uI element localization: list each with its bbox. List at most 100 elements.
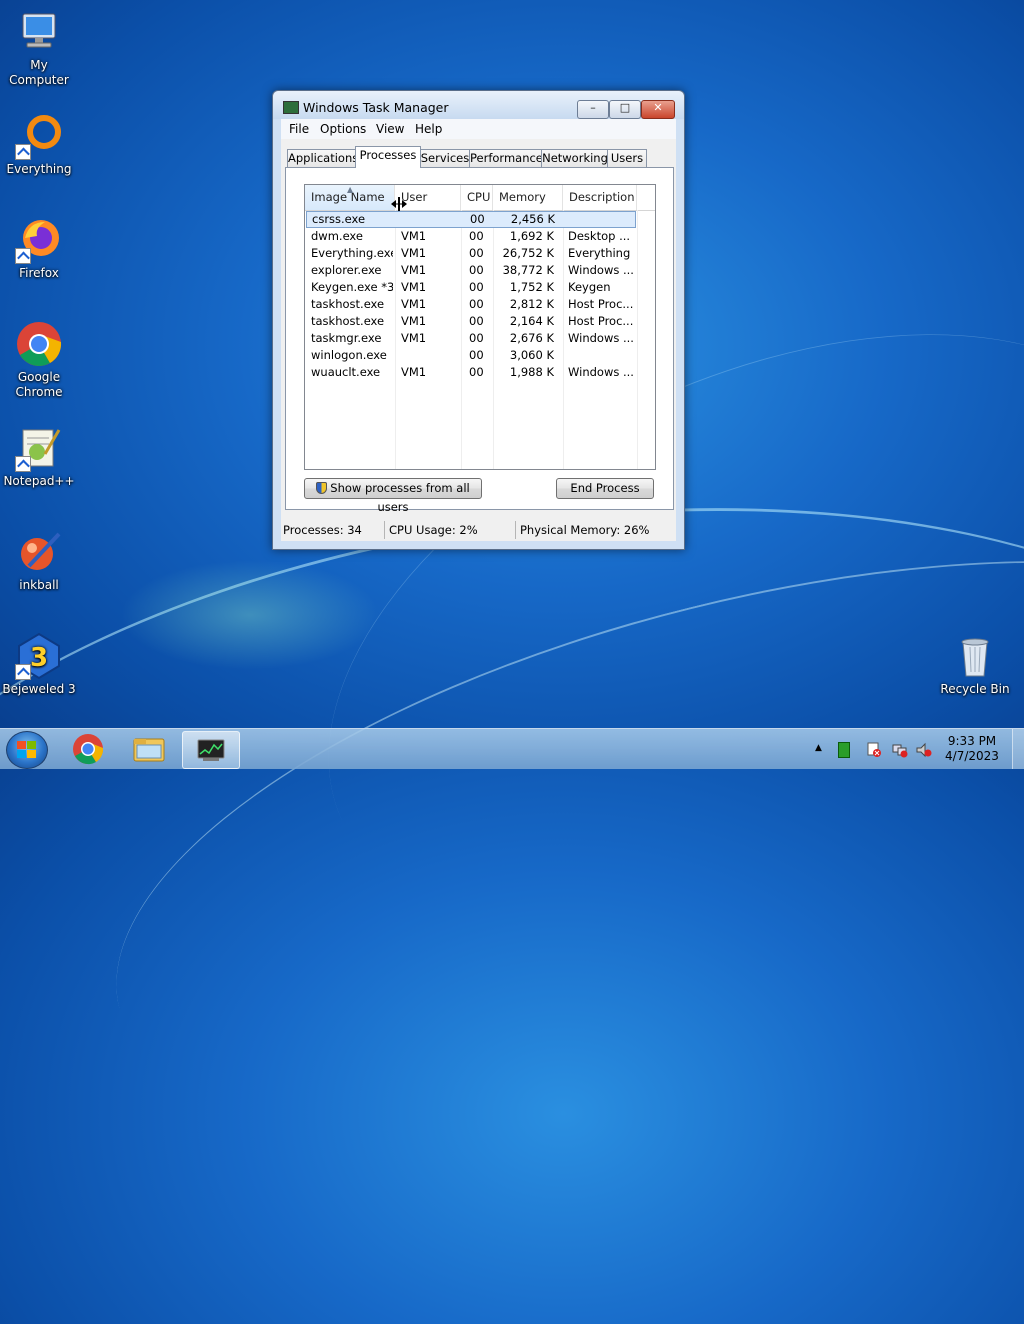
process-memory: 1,752 K xyxy=(509,280,554,294)
process-row[interactable]: winlogon.exe 00 3,060 K xyxy=(306,347,636,364)
process-name: csrss.exe xyxy=(312,212,366,226)
tab-networking[interactable]: Networking xyxy=(541,149,609,167)
process-cpu: 00 xyxy=(469,331,484,345)
desktop-icon-label: inkball xyxy=(19,578,59,592)
inkball-icon xyxy=(15,528,63,576)
desktop-icon-bejeweled[interactable]: 3 Bejeweled 3 xyxy=(0,632,79,697)
process-cpu: 00 xyxy=(469,314,484,328)
tab-users[interactable]: Users xyxy=(607,149,647,167)
desktop-icon-recycle-bin[interactable]: Recycle Bin xyxy=(935,632,1015,697)
svg-text:3: 3 xyxy=(30,643,48,673)
process-cpu: 00 xyxy=(469,280,484,294)
process-name: explorer.exe xyxy=(311,263,382,277)
close-button[interactable]: ✕ xyxy=(641,100,675,119)
menu-help[interactable]: Help xyxy=(415,122,442,136)
menu-options[interactable]: Options xyxy=(320,122,366,136)
process-row[interactable]: taskhost.exe VM1 00 2,812 K Host Proc... xyxy=(306,296,636,313)
tab-applications[interactable]: Applications xyxy=(287,149,358,167)
desktop-icon-everything[interactable]: Everything xyxy=(0,112,79,177)
process-row[interactable]: explorer.exe VM1 00 38,772 K Windows ... xyxy=(306,262,636,279)
column-label: Description xyxy=(569,190,635,204)
sort-arrow-icon: ▲ xyxy=(347,185,354,194)
menu-file[interactable]: File xyxy=(289,122,309,136)
taskbar: ▲ 9:33 PM 4/7/2023 xyxy=(0,728,1024,769)
process-user: VM1 xyxy=(401,297,427,311)
desktop-icon-firefox[interactable]: Firefox xyxy=(0,216,79,281)
system-clock[interactable]: 9:33 PM 4/7/2023 xyxy=(940,734,1004,764)
desktop-icon-my-computer[interactable]: My Computer xyxy=(0,8,79,88)
shortcut-arrow-icon xyxy=(15,456,31,472)
desktop-icon-inkball[interactable]: inkball xyxy=(0,528,79,593)
notepadpp-icon xyxy=(15,424,63,472)
chrome-icon xyxy=(15,320,63,368)
desktop-icon-google-chrome[interactable]: Google Chrome xyxy=(0,320,79,400)
computer-icon xyxy=(15,8,63,56)
everything-icon xyxy=(15,112,63,160)
process-memory: 1,692 K xyxy=(509,229,554,243)
process-row[interactable]: csrss.exe 00 2,456 K xyxy=(306,211,636,228)
taskbar-chrome[interactable] xyxy=(60,731,116,767)
process-list[interactable]: ▲ Image Name User Name CPU Memory (... D… xyxy=(304,184,656,470)
process-row[interactable]: dwm.exe VM1 00 1,692 K Desktop ... xyxy=(306,228,636,245)
desktop-icon-label: Bejeweled 3 xyxy=(2,682,76,696)
maximize-button[interactable]: □ xyxy=(609,100,641,119)
process-cpu: 00 xyxy=(469,246,484,260)
process-row[interactable]: taskmgr.exe VM1 00 2,676 K Windows ... xyxy=(306,330,636,347)
maximize-icon: □ xyxy=(619,101,631,114)
tab-services[interactable]: Services xyxy=(419,149,471,167)
process-row[interactable]: Everything.exe VM1 00 26,752 K Everything xyxy=(306,245,636,262)
process-description: Windows ... xyxy=(568,365,634,379)
status-processes: Processes: 34 xyxy=(283,523,362,537)
menu-view[interactable]: View xyxy=(376,122,404,136)
process-name: taskhost.exe xyxy=(311,314,385,328)
desktop-icon-label: Firefox xyxy=(19,266,59,280)
show-desktop-button[interactable] xyxy=(1012,729,1024,769)
battery-icon[interactable] xyxy=(838,742,850,758)
taskbar-explorer[interactable] xyxy=(121,731,177,767)
process-row[interactable]: Keygen.exe *32 VM1 00 1,752 K Keygen xyxy=(306,279,636,296)
process-user: VM1 xyxy=(401,365,427,379)
column-cpu[interactable]: CPU xyxy=(461,185,493,210)
tab-performance[interactable]: Performance xyxy=(469,149,543,167)
process-name: taskhost.exe xyxy=(311,297,385,311)
menu-bar: File Options View Help xyxy=(281,119,676,139)
shortcut-arrow-icon xyxy=(15,144,31,160)
process-cpu: 00 xyxy=(469,365,484,379)
process-cpu: 00 xyxy=(470,212,485,226)
volume-muted-icon[interactable] xyxy=(916,742,932,758)
action-center-icon[interactable] xyxy=(866,742,881,757)
desktop-icon-label: Google Chrome xyxy=(15,370,63,399)
show-all-processes-button[interactable]: Show processes from all users xyxy=(304,478,482,514)
desktop-icon-label: Recycle Bin xyxy=(940,682,1010,696)
desktop-icon-label: Notepad++ xyxy=(3,474,75,488)
column-description[interactable]: Description xyxy=(563,185,637,210)
tab-processes[interactable]: Processes xyxy=(355,146,421,168)
process-cpu: 00 xyxy=(469,263,484,277)
minimize-button[interactable]: – xyxy=(577,100,609,119)
column-image-name[interactable]: ▲ Image Name xyxy=(305,185,395,210)
process-memory: 2,812 K xyxy=(509,297,554,311)
process-row[interactable]: taskhost.exe VM1 00 2,164 K Host Proc... xyxy=(306,313,636,330)
process-memory: 2,676 K xyxy=(509,331,554,345)
column-resize-cursor-icon xyxy=(391,197,407,211)
show-hidden-icons-button[interactable]: ▲ xyxy=(815,743,829,757)
desktop-icon-notepadpp[interactable]: Notepad++ xyxy=(0,424,79,489)
network-icon[interactable] xyxy=(892,742,908,758)
title-bar[interactable]: Windows Task Manager – □ ✕ xyxy=(273,91,684,119)
list-header: ▲ Image Name User Name CPU Memory (... D… xyxy=(305,185,655,229)
process-description: Windows ... xyxy=(568,331,634,345)
process-row[interactable]: wuauclt.exe VM1 00 1,988 K Windows ... xyxy=(306,364,636,381)
end-process-button[interactable]: End Process xyxy=(556,478,654,499)
column-label: CPU xyxy=(467,190,491,204)
uac-shield-icon xyxy=(316,482,328,494)
process-memory: 3,060 K xyxy=(509,348,554,362)
process-name: Keygen.exe *32 xyxy=(311,280,393,294)
taskbar-task-manager[interactable] xyxy=(182,731,240,769)
status-memory: Physical Memory: 26% xyxy=(515,521,676,539)
start-button[interactable] xyxy=(6,731,48,769)
clock-date: 4/7/2023 xyxy=(945,749,999,763)
explorer-icon xyxy=(133,738,165,762)
process-user: VM1 xyxy=(401,246,427,260)
windows-logo-icon xyxy=(17,741,37,759)
column-memory[interactable]: Memory (... xyxy=(493,185,563,229)
